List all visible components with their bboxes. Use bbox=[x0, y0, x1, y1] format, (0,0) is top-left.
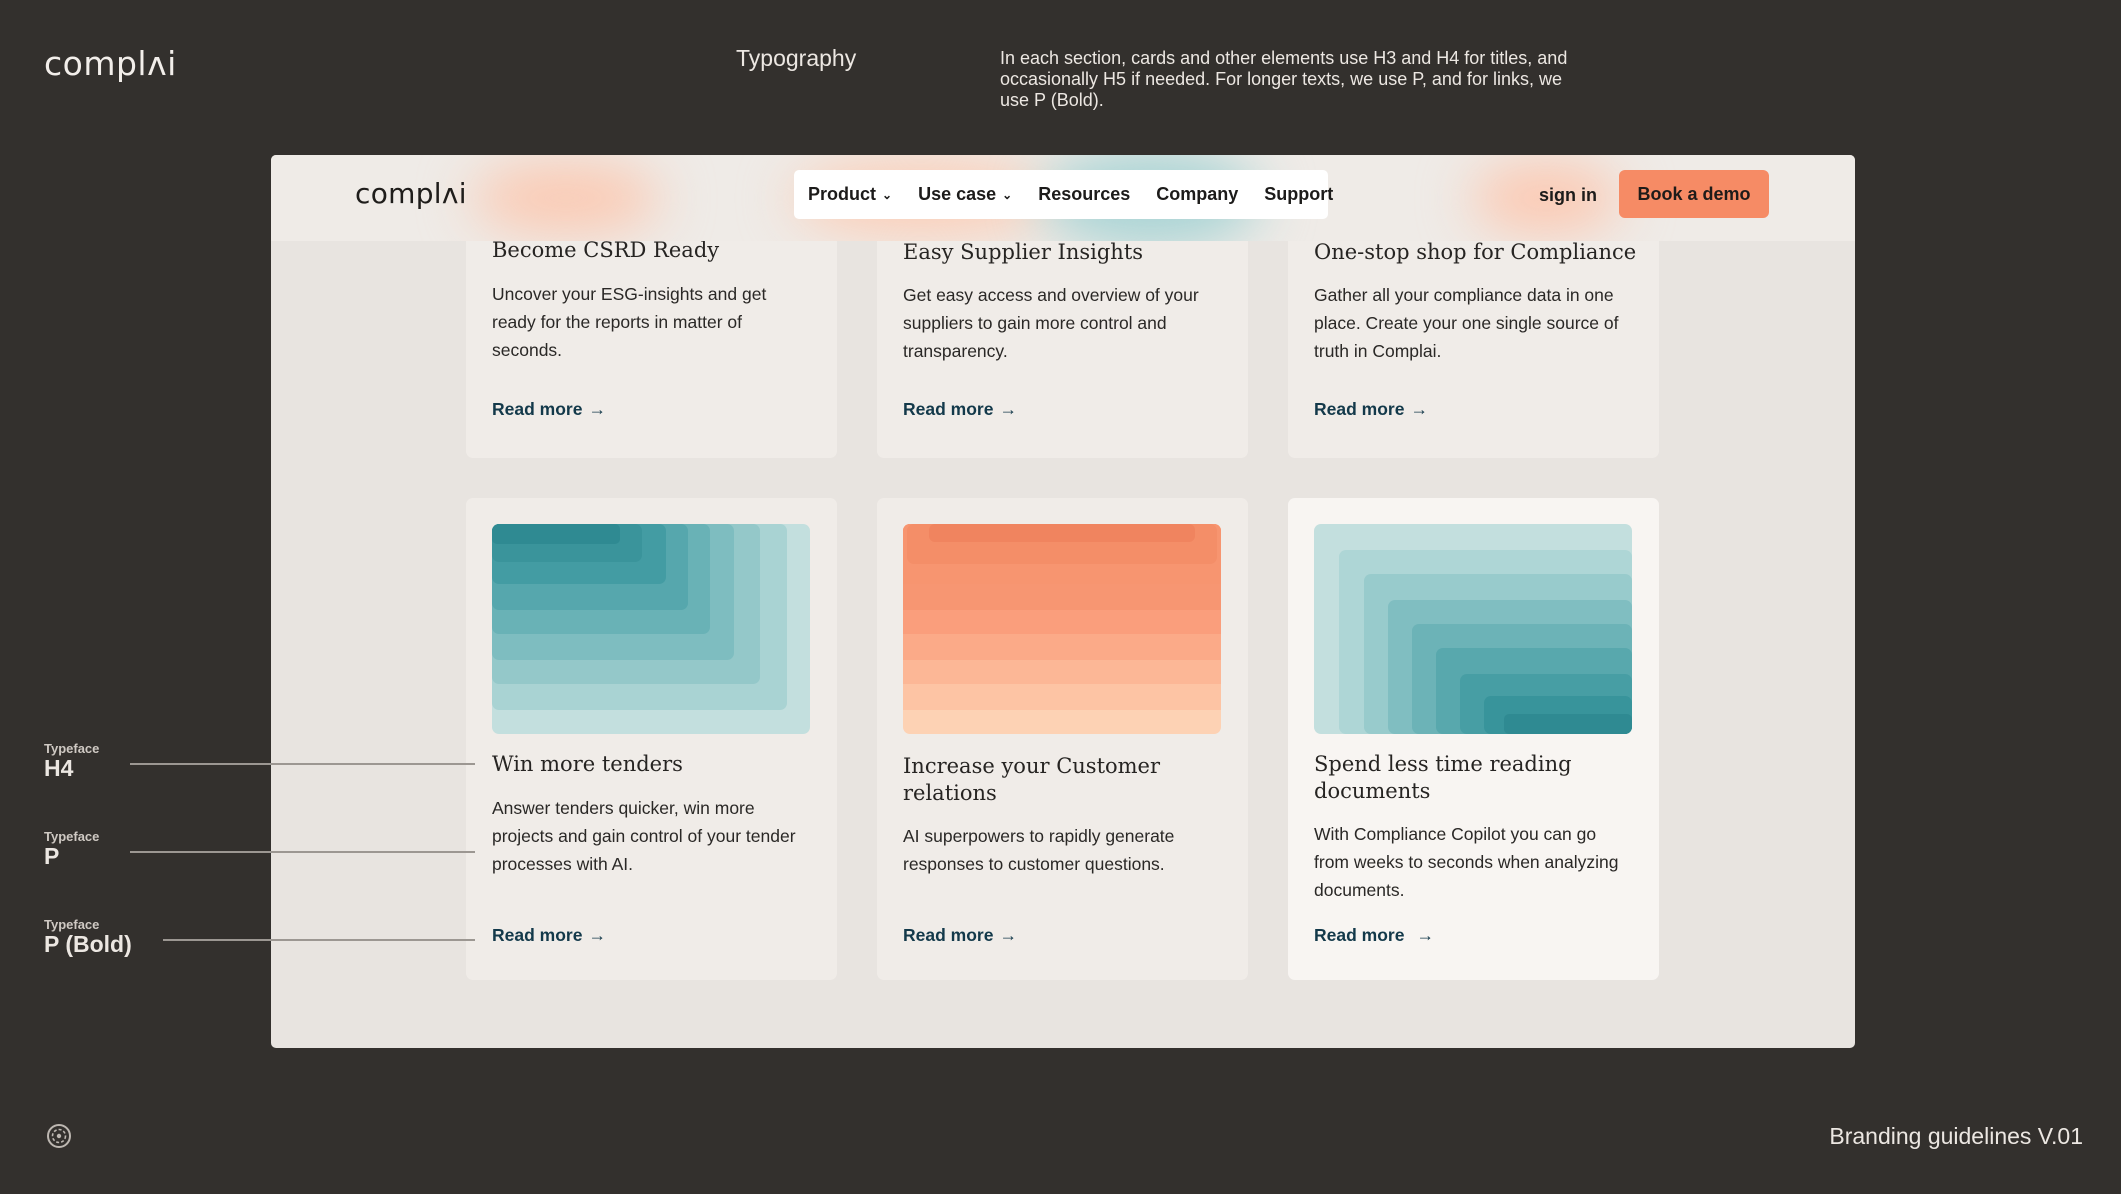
typeface-label-h4: Typeface H4 bbox=[44, 741, 99, 780]
nav-item-company[interactable]: Company bbox=[1156, 184, 1238, 205]
leader-line bbox=[163, 939, 475, 941]
nav-menu: Product ⌄ Use case ⌄ Resources Company S… bbox=[794, 170, 1333, 219]
arrow-right-icon: → bbox=[1416, 925, 1434, 945]
card: Spend less time reading documents With C… bbox=[1288, 498, 1659, 980]
footer-version: Branding guidelines V.01 bbox=[1829, 1123, 2083, 1149]
card-text: Gather all your compliance data in one p… bbox=[1314, 285, 1619, 361]
sign-in-link[interactable]: sign in bbox=[1539, 185, 1597, 206]
typeface-caption: Typeface bbox=[44, 917, 100, 932]
typeface-caption: Typeface bbox=[44, 829, 100, 844]
card-text: Uncover your ESG-insights and get ready … bbox=[492, 284, 767, 360]
arrow-right-icon: → bbox=[999, 925, 1017, 945]
card: Easy Supplier Insights Get easy access a… bbox=[877, 215, 1248, 458]
read-more-label: Read more bbox=[1314, 399, 1405, 419]
site-header: complʌi Product ⌄ Use case ⌄ Resources C… bbox=[271, 155, 1855, 241]
arrow-right-icon: → bbox=[588, 399, 606, 419]
arrow-right-icon: → bbox=[999, 399, 1017, 419]
card-title: Spend less time reading documents bbox=[1314, 752, 1572, 803]
leader-line bbox=[130, 851, 475, 853]
card-image bbox=[492, 524, 810, 734]
typeface-name: P bbox=[44, 843, 60, 869]
nav-item-label: Resources bbox=[1038, 184, 1131, 204]
slide-title: Typography bbox=[736, 45, 857, 71]
read-more-link[interactable]: Read more → bbox=[1314, 399, 1428, 420]
book-demo-button[interactable]: Book a demo bbox=[1619, 170, 1769, 218]
read-more-link[interactable]: Read more → bbox=[492, 925, 606, 946]
typeface-label-p-bold: Typeface P (Bold) bbox=[44, 917, 132, 956]
typeface-name: P (Bold) bbox=[44, 931, 132, 957]
card-title: Become CSRD Ready bbox=[492, 238, 720, 262]
nav-item-label: Company bbox=[1156, 184, 1239, 204]
nav-item-label: Support bbox=[1264, 184, 1334, 204]
nav-item-product[interactable]: Product ⌄ bbox=[808, 184, 892, 205]
card-text: With Compliance Copilot you can go from … bbox=[1314, 824, 1619, 900]
card-title: Easy Supplier Insights bbox=[903, 240, 1144, 264]
peach-steps-graphic bbox=[903, 524, 1221, 734]
card: Increase your Customer relations AI supe… bbox=[877, 498, 1248, 980]
nav-item-resources[interactable]: Resources bbox=[1038, 184, 1130, 205]
website-mockup: Become CSRD Ready Uncover your ESG-insig… bbox=[271, 155, 1855, 1048]
card-title: One-stop shop for Compliance bbox=[1314, 240, 1637, 264]
slide-description: In each section, cards and other element… bbox=[1000, 48, 1568, 110]
read-more-label: Read more bbox=[492, 925, 583, 945]
typeface-name: H4 bbox=[44, 755, 74, 781]
card: Become CSRD Ready Uncover your ESG-insig… bbox=[466, 215, 837, 458]
arrow-right-icon: → bbox=[588, 925, 606, 945]
read-more-link[interactable]: Read more → bbox=[903, 399, 1017, 420]
card-title: Win more tenders bbox=[492, 752, 683, 776]
card-text: Answer tenders quicker, win more project… bbox=[492, 798, 796, 874]
read-more-link[interactable]: Read more → bbox=[903, 925, 1017, 946]
read-more-label: Read more bbox=[492, 399, 583, 419]
chevron-down-icon: ⌄ bbox=[882, 187, 893, 202]
card: One-stop shop for Compliance Gather all … bbox=[1288, 215, 1659, 458]
circle-logo-icon bbox=[47, 1124, 71, 1148]
read-more-link[interactable]: Read more → bbox=[492, 399, 606, 420]
nav-item-label: Use case bbox=[918, 184, 997, 204]
card: Win more tenders Answer tenders quicker,… bbox=[466, 498, 837, 980]
nav-item-use-case[interactable]: Use case ⌄ bbox=[918, 184, 1012, 205]
teal-steps-graphic bbox=[1314, 524, 1632, 734]
site-logo[interactable]: complʌi bbox=[355, 177, 467, 210]
arrow-right-icon: → bbox=[1410, 399, 1428, 419]
read-more-label: Read more bbox=[903, 925, 994, 945]
chevron-down-icon: ⌄ bbox=[1002, 187, 1013, 202]
read-more-label: Read more bbox=[903, 399, 994, 419]
read-more-link[interactable]: Read more → bbox=[1314, 925, 1434, 946]
brand-logo: complʌi bbox=[44, 44, 177, 83]
read-more-label: Read more bbox=[1314, 925, 1405, 945]
typeface-caption: Typeface bbox=[44, 741, 100, 756]
typeface-label-p: Typeface P bbox=[44, 829, 99, 868]
card-image bbox=[1314, 524, 1632, 734]
teal-steps-graphic bbox=[492, 524, 810, 734]
card-title: Increase your Customer relations bbox=[903, 754, 1161, 805]
card-text: AI superpowers to rapidly generate respo… bbox=[903, 826, 1175, 874]
card-image bbox=[903, 524, 1221, 734]
nav-item-label: Product bbox=[808, 184, 877, 204]
nav-item-support[interactable]: Support bbox=[1264, 184, 1333, 205]
header-glow bbox=[471, 163, 661, 233]
card-text: Get easy access and overview of your sup… bbox=[903, 285, 1199, 361]
leader-line bbox=[130, 763, 475, 765]
